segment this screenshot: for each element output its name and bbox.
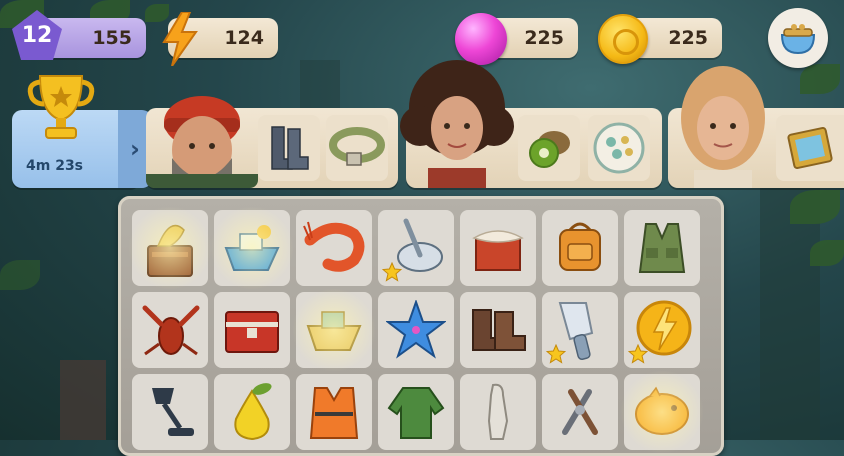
backpack-icon bbox=[559, 222, 601, 271]
life-jacket-icon bbox=[309, 387, 359, 439]
board-cell-piggy-bank[interactable] bbox=[620, 370, 704, 454]
lightning-bolt-icon bbox=[162, 12, 198, 66]
order-card-curly-haired-woman[interactable] bbox=[400, 60, 662, 188]
star-icon bbox=[546, 344, 566, 364]
star-icon bbox=[382, 262, 402, 282]
lobster-icon bbox=[142, 305, 200, 356]
blonde-woman-portrait bbox=[668, 56, 778, 188]
decorated-plate-icon bbox=[593, 122, 645, 174]
rubber-boots-icon bbox=[271, 126, 309, 170]
pear-icon bbox=[234, 383, 272, 441]
order-item-canvas-belt bbox=[326, 115, 388, 181]
board-cell-wooden-table-generator[interactable] bbox=[128, 206, 212, 290]
coin-value: 225 bbox=[668, 27, 708, 49]
xp-value: 155 bbox=[92, 27, 132, 49]
shrimp-icon bbox=[303, 221, 365, 272]
board-cell-pushpin[interactable] bbox=[378, 210, 454, 286]
board-cell-pear[interactable] bbox=[214, 374, 290, 450]
order-card-fisherman[interactable] bbox=[146, 96, 398, 188]
board-cell-knife[interactable] bbox=[542, 292, 618, 368]
kiwi-icon bbox=[529, 131, 570, 168]
vest-icon bbox=[638, 223, 686, 273]
board-cell-green-jacket[interactable] bbox=[378, 374, 454, 450]
statue-icon bbox=[487, 383, 509, 440]
board-cell-desk-lamp[interactable] bbox=[132, 374, 208, 450]
starfish-icon bbox=[386, 300, 446, 359]
board-cell-cheese-crate[interactable] bbox=[460, 210, 536, 286]
picture-frame-icon bbox=[787, 126, 833, 170]
pliers-icon bbox=[562, 389, 598, 435]
merge-board bbox=[118, 196, 724, 456]
board-cell-backpack[interactable] bbox=[542, 210, 618, 286]
board-cell-statue[interactable] bbox=[460, 374, 536, 450]
board-cell-shrimp[interactable] bbox=[296, 210, 372, 286]
curly-haired-woman-portrait bbox=[398, 56, 516, 188]
desk-lamp-icon bbox=[152, 388, 194, 436]
board-cell-vest[interactable] bbox=[624, 210, 700, 286]
board-cell-energy-coin[interactable] bbox=[624, 292, 700, 368]
order-item-decorated-plate bbox=[588, 115, 650, 181]
canvas-belt-icon bbox=[329, 127, 385, 166]
board-cell-starfish[interactable] bbox=[378, 292, 454, 368]
board-cell-pliers[interactable] bbox=[542, 374, 618, 450]
order-item-rubber-boots bbox=[258, 115, 320, 181]
gem-value: 225 bbox=[524, 27, 564, 49]
board-cell-life-jacket[interactable] bbox=[296, 374, 372, 450]
trophy-icon bbox=[27, 75, 95, 139]
green-jacket-icon bbox=[387, 387, 445, 439]
shop-purse-button[interactable] bbox=[768, 8, 828, 68]
board-cell-lobster[interactable] bbox=[132, 292, 208, 368]
board-cell-boat-toy[interactable] bbox=[210, 206, 294, 290]
board-cell-red-chest[interactable] bbox=[214, 292, 290, 368]
order-item-picture-frame bbox=[776, 115, 844, 181]
hiking-boots-icon bbox=[472, 309, 526, 351]
energy-value: 124 bbox=[224, 27, 264, 49]
red-chest-icon bbox=[225, 311, 279, 353]
purse-icon bbox=[780, 24, 816, 55]
board-cell-boat-golden[interactable] bbox=[292, 288, 376, 372]
star-icon bbox=[628, 344, 648, 364]
order-card-blonde-woman[interactable] bbox=[668, 66, 844, 188]
board-cell-hiking-boots[interactable] bbox=[460, 292, 536, 368]
order-item-kiwi bbox=[518, 115, 580, 181]
coin-icon bbox=[598, 14, 648, 64]
level-value: 12 bbox=[21, 22, 53, 48]
cheese-crate-icon bbox=[472, 230, 524, 271]
event-timer: 4m 23s bbox=[26, 158, 84, 174]
fisherman-portrait bbox=[146, 78, 258, 188]
